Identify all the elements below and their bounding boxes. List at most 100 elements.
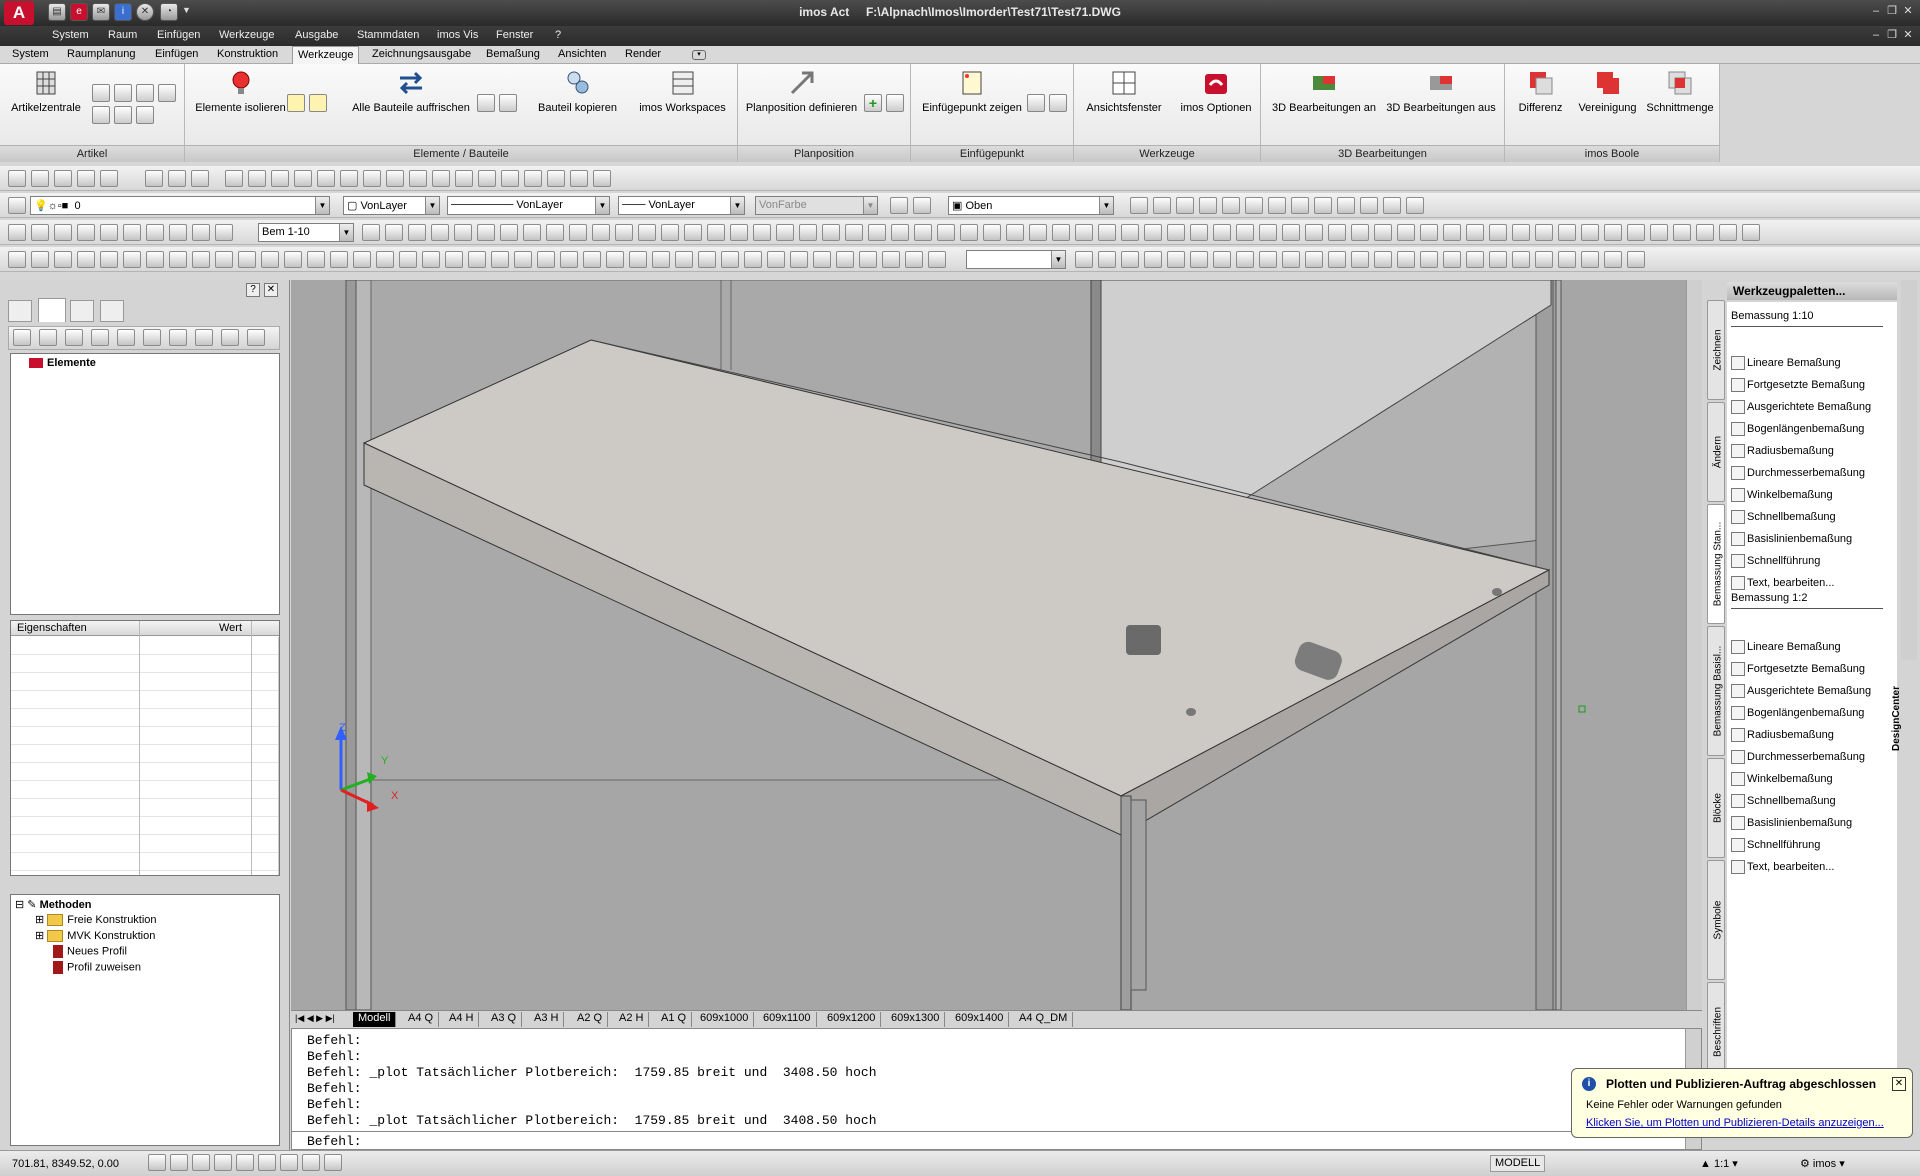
linetype-combo[interactable]: ──────── VonLayer ▼ [447,196,610,215]
modify-tool-icon-34[interactable] [790,251,808,268]
layout-tab-a3q[interactable]: A3 Q [486,1012,523,1027]
status-toggle-icon-2[interactable] [192,1154,210,1171]
modify-tool-icon-32[interactable] [744,251,762,268]
palette-scrollbar[interactable] [1901,280,1917,660]
command-input[interactable]: Befehl: [307,1134,362,1149]
modify-tool-icon-19[interactable] [445,251,463,268]
doc-restore-icon[interactable]: ❐ [1884,28,1900,42]
artikel-tool-icon-5[interactable] [136,106,154,124]
modify-tool-icon-41[interactable] [1075,251,1093,268]
dimension-tool-icon-19[interactable] [569,224,587,241]
dimension-tool-icon-2[interactable] [54,224,72,241]
layers-tool-icon-0[interactable] [8,197,26,214]
dimension-tool-icon-66[interactable] [1650,224,1668,241]
standard-tool-icon-0[interactable] [8,170,26,187]
modify-tool-icon-37[interactable] [859,251,877,268]
modify-tool-icon-65[interactable] [1627,251,1645,268]
bauteil-kopieren-button[interactable]: Bauteil kopieren [535,68,620,114]
modify-tool-icon-44[interactable] [1144,251,1162,268]
modify-tool-icon-56[interactable] [1420,251,1438,268]
dimension-tool-icon-63[interactable] [1581,224,1599,241]
palette-tool-item[interactable]: Winkelbemaßung [1731,772,1833,786]
dimension-tool-icon-31[interactable] [845,224,863,241]
model-space-button[interactable]: MODELL [1490,1155,1546,1172]
dimension-tool-icon-65[interactable] [1627,224,1645,241]
layers-tool-icon-14[interactable] [1383,197,1401,214]
modify-tool-icon-60[interactable] [1512,251,1530,268]
dimension-tool-icon-12[interactable] [408,224,426,241]
palette-tool-item[interactable]: Schnellführung [1731,838,1820,852]
standard-tool-icon-15[interactable] [386,170,404,187]
menu-stammdaten[interactable]: Stammdaten [357,29,419,41]
palette-tool-item[interactable]: Lineare Bemaßung [1731,640,1841,654]
3d-bearbeitungen-an-button[interactable]: 3D Bearbeitungen an [1269,68,1379,114]
layout-tab-a4q-dm[interactable]: A4 Q_DM [1014,1012,1074,1027]
dimension-tool-icon-39[interactable] [1029,224,1047,241]
tab-ansichten[interactable]: Ansichten [553,48,611,60]
einfuegepunkt-zeigen-button[interactable]: Einfügepunkt zeigen [917,68,1027,114]
palette-tool-item[interactable]: Fortgesetzte Bemaßung [1731,662,1865,676]
designcenter-label[interactable]: DesignCenter [1891,675,1919,765]
layers-tool-icon-13[interactable] [1360,197,1378,214]
dimension-tool-icon-15[interactable] [477,224,495,241]
explorer-tool-icon-2[interactable] [65,329,83,346]
panel-close-button[interactable]: ✕ [264,283,278,297]
modify-tool-icon-38[interactable] [882,251,900,268]
auffrischen-small-icon-2[interactable] [499,94,517,112]
modify-tool-icon-50[interactable] [1282,251,1300,268]
artikel-tool-icon-3[interactable] [92,106,110,124]
layout-tab-609x1300[interactable]: 609x1300 [886,1012,946,1027]
palette-tab-aendern[interactable]: Ändern [1707,402,1725,502]
modify-tool-icon-28[interactable] [652,251,670,268]
layers-tool-icon-11[interactable] [1314,197,1332,214]
explorer-tool-icon-6[interactable] [169,329,187,346]
modify-tool-icon-11[interactable] [261,251,279,268]
dimension-tool-icon-38[interactable] [1006,224,1024,241]
modify-tool-icon-43[interactable] [1121,251,1139,268]
dimension-tool-icon-22[interactable] [638,224,656,241]
palette-tool-item[interactable]: Basislinienbemaßung [1731,532,1852,546]
dimension-tool-icon-36[interactable] [960,224,978,241]
modify-tool-icon-62[interactable] [1558,251,1576,268]
palette-tool-item[interactable]: Schnellbemaßung [1731,510,1836,524]
modify-tool-icon-46[interactable] [1190,251,1208,268]
menu-imos-vis[interactable]: imos Vis [437,29,478,41]
modify-tool-icon-52[interactable] [1328,251,1346,268]
dimension-tool-icon-21[interactable] [615,224,633,241]
ansichtsfenster-button[interactable]: Ansichtsfenster [1080,68,1168,114]
explorer-tab-3[interactable] [70,300,94,322]
modify-tool-icon-15[interactable] [353,251,371,268]
standard-tool-icon-1[interactable] [31,170,49,187]
dimension-tool-icon-23[interactable] [661,224,679,241]
modify-tool-icon-63[interactable] [1581,251,1599,268]
modify-tool-icon-12[interactable] [284,251,302,268]
dimension-tool-icon-51[interactable] [1305,224,1323,241]
view-combo[interactable]: ▣ Oben ▼ [948,196,1114,215]
modify-tool-icon-29[interactable] [675,251,693,268]
layers-tool-icon-3[interactable] [1130,197,1148,214]
dimension-tool-icon-61[interactable] [1535,224,1553,241]
palette-tool-item[interactable]: Text, bearbeiten... [1731,860,1834,874]
palette-tab-symbole[interactable]: Symbole [1707,860,1725,980]
tab-konstruktion[interactable]: Konstruktion [212,48,283,60]
dimension-tool-icon-6[interactable] [146,224,164,241]
modify-tool-icon-33[interactable] [767,251,785,268]
dimension-tool-icon-42[interactable] [1098,224,1116,241]
modify-tool-icon-58[interactable] [1466,251,1484,268]
tree-mvk-konstruktion[interactable]: ⊞ MVK Konstruktion [35,929,155,943]
artikel-tool-icon-1[interactable] [92,84,110,102]
menu-werkzeuge[interactable]: Werkzeuge [219,29,274,41]
dimension-tool-icon-8[interactable] [192,224,210,241]
modify-tool-icon-16[interactable] [376,251,394,268]
dimension-tool-icon-57[interactable] [1443,224,1461,241]
layers-tool-icon-10[interactable] [1291,197,1309,214]
standard-tool-icon-5[interactable] [145,170,163,187]
layout-tab-a2h[interactable]: A2 H [614,1012,650,1027]
explorer-tool-icon-0[interactable] [13,329,31,346]
palette-tab-bemassung-basisl[interactable]: Bemassung Basisl... [1707,626,1725,756]
tab-werkzeuge[interactable]: Werkzeuge [292,46,360,64]
palette-tool-item[interactable]: Basislinienbemaßung [1731,816,1852,830]
dimension-tool-icon-44[interactable] [1144,224,1162,241]
standard-tool-icon-6[interactable] [168,170,186,187]
properties-grid[interactable]: Eigenschaften Wert [10,620,280,876]
